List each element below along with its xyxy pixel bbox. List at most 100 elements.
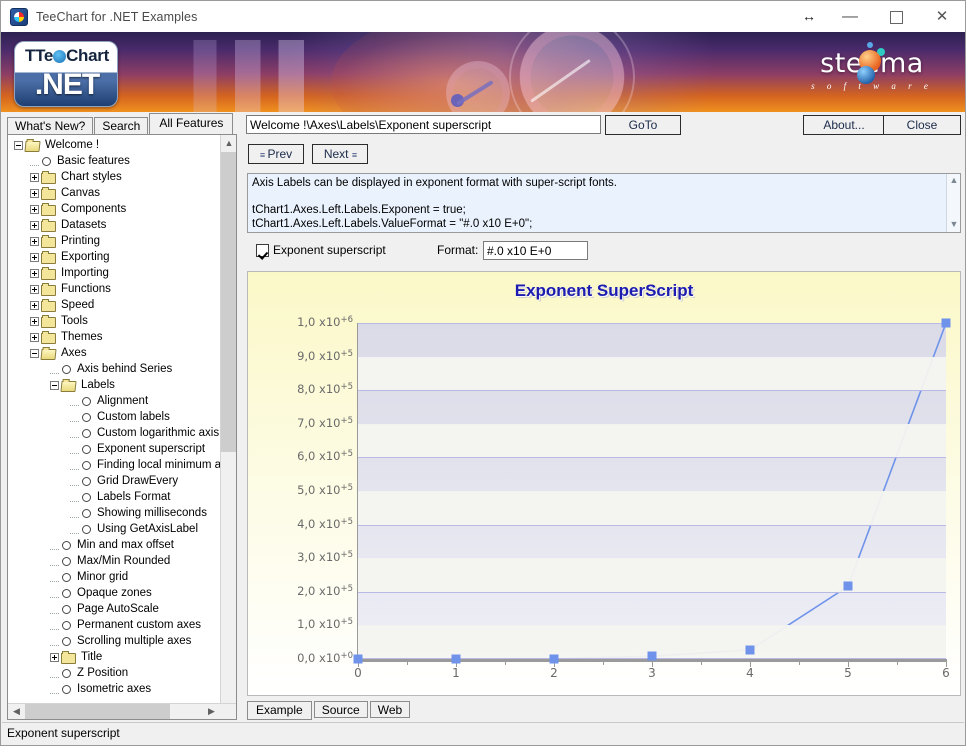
- tree-item[interactable]: Labels Format: [8, 489, 221, 505]
- tree-vscroll-thumb[interactable]: [221, 152, 236, 452]
- scroll-up-arrow-icon[interactable]: ▲: [221, 135, 236, 152]
- tree-item[interactable]: Speed: [8, 297, 221, 313]
- tree-item[interactable]: Canvas: [8, 185, 221, 201]
- tree-item[interactable]: Chart styles: [8, 169, 221, 185]
- series-point-marker[interactable]: [451, 654, 461, 664]
- series-point-marker[interactable]: [353, 654, 363, 664]
- tree-item[interactable]: Datasets: [8, 217, 221, 233]
- format-input[interactable]: [483, 241, 588, 260]
- tree-item[interactable]: Components: [8, 201, 221, 217]
- tree-item[interactable]: Custom logarithmic axis: [8, 425, 221, 441]
- tab-web[interactable]: Web: [369, 701, 411, 718]
- tab-all-features[interactable]: All Features: [149, 113, 234, 134]
- tree-item[interactable]: Z Position: [8, 665, 221, 681]
- minimize-button[interactable]: —: [827, 1, 873, 32]
- folder-icon: [41, 186, 57, 200]
- tree-connector-icon: [70, 525, 79, 534]
- tree-item[interactable]: Min and max offset: [8, 537, 221, 553]
- exponent-superscript-checkbox[interactable]: [256, 244, 269, 257]
- series-point-marker[interactable]: [941, 318, 951, 328]
- tree-expand-icon[interactable]: [30, 268, 39, 278]
- tree-expand-icon[interactable]: [30, 188, 39, 198]
- tree-item[interactable]: Finding local minimum ar: [8, 457, 221, 473]
- tree-item[interactable]: Page AutoScale: [8, 601, 221, 617]
- options-row: Exponent superscript Format:: [247, 241, 961, 265]
- tree-vertical-scrollbar[interactable]: ▲ ▼: [220, 135, 236, 719]
- series-point-marker[interactable]: [647, 651, 657, 661]
- tree-item[interactable]: Permanent custom axes: [8, 617, 221, 633]
- y-tick-exponent: +0: [340, 651, 353, 661]
- tree-item[interactable]: Labels: [8, 377, 221, 393]
- prev-arrow-icon: ≡: [259, 150, 265, 160]
- tree-expand-icon[interactable]: [30, 172, 39, 182]
- tree-item[interactable]: Max/Min Rounded: [8, 553, 221, 569]
- tree-expand-icon[interactable]: [30, 300, 39, 310]
- tree-item-label: Alignment: [97, 395, 149, 407]
- tree-collapse-icon[interactable]: [30, 348, 39, 358]
- description-scrollbar[interactable]: ▲ ▼: [946, 174, 960, 232]
- tree-item[interactable]: Scrolling multiple axes: [8, 633, 221, 649]
- tab-search[interactable]: Search: [94, 117, 149, 134]
- tree-item[interactable]: Tools: [8, 313, 221, 329]
- tree-item[interactable]: Exponent superscript: [8, 441, 221, 457]
- tree-item[interactable]: Printing: [8, 233, 221, 249]
- tree-item[interactable]: Welcome !: [8, 137, 221, 153]
- resize-handle-icon[interactable]: ↔: [791, 1, 827, 32]
- tree-item[interactable]: Isometric axes: [8, 681, 221, 697]
- x-axis-tick: [946, 662, 947, 667]
- tab-whats-new[interactable]: What's New?: [7, 117, 94, 134]
- tree-item[interactable]: Grid DrawEvery: [8, 473, 221, 489]
- tree-item[interactable]: Axis behind Series: [8, 361, 221, 377]
- goto-button[interactable]: GoTo: [605, 115, 681, 135]
- tree-expand-icon[interactable]: [50, 652, 59, 662]
- tree-item-label: Speed: [61, 299, 95, 311]
- tree-item[interactable]: Minor grid: [8, 569, 221, 585]
- tree-item[interactable]: Using GetAxisLabel: [8, 521, 221, 537]
- tree-collapse-icon[interactable]: [50, 380, 59, 390]
- features-tree[interactable]: Welcome ! Basic features Chart styles Canva…: [8, 135, 221, 705]
- tree-item[interactable]: Basic features: [8, 153, 221, 169]
- tree-item-label: Importing: [61, 267, 109, 279]
- maximize-button[interactable]: [873, 1, 919, 32]
- tab-source[interactable]: Source: [313, 701, 368, 718]
- tree-item[interactable]: Importing: [8, 265, 221, 281]
- scroll-right-arrow-icon[interactable]: ▶: [203, 704, 220, 719]
- close-window-button[interactable]: ✕: [919, 1, 965, 32]
- tree-expand-icon[interactable]: [30, 284, 39, 294]
- series-point-marker[interactable]: [745, 645, 755, 655]
- description-scroll-down-icon[interactable]: ▼: [947, 218, 960, 232]
- tree-item[interactable]: Showing milliseconds: [8, 505, 221, 521]
- tab-example[interactable]: Example: [247, 701, 312, 720]
- tree-horizontal-scrollbar[interactable]: ◀ ▶: [8, 703, 236, 719]
- close-button[interactable]: Close: [883, 115, 961, 135]
- tree-expand-icon[interactable]: [30, 252, 39, 262]
- grid-line: [358, 323, 946, 324]
- tree-hscroll-thumb[interactable]: [25, 704, 170, 719]
- description-line-3: tChart1.Axes.Left.Labels.Exponent = true…: [252, 204, 466, 216]
- tree-item[interactable]: Opaque zones: [8, 585, 221, 601]
- tree-item[interactable]: Alignment: [8, 393, 221, 409]
- tree-expand-icon[interactable]: [30, 332, 39, 342]
- tree-item[interactable]: Functions: [8, 281, 221, 297]
- goto-path-input[interactable]: [246, 115, 601, 134]
- tree-expand-icon[interactable]: [30, 236, 39, 246]
- about-button[interactable]: About...: [803, 115, 885, 135]
- tree-item[interactable]: Axes: [8, 345, 221, 361]
- tree-expand-icon[interactable]: [30, 316, 39, 326]
- description-scroll-up-icon[interactable]: ▲: [947, 174, 960, 188]
- tree-item[interactable]: Exporting: [8, 249, 221, 265]
- chart-panel[interactable]: Exponent SuperScript 0,0 x10+0 1,0 x10+5 2…: [247, 271, 961, 696]
- tree-item[interactable]: Custom labels: [8, 409, 221, 425]
- top-tab-bar: What's New? Search All Features: [7, 113, 237, 134]
- series-point-marker[interactable]: [549, 654, 559, 664]
- next-button[interactable]: Next ≡: [312, 144, 368, 164]
- tree-item[interactable]: Themes: [8, 329, 221, 345]
- tree-collapse-icon[interactable]: [14, 140, 23, 150]
- scroll-left-arrow-icon[interactable]: ◀: [8, 704, 25, 719]
- series-point-marker[interactable]: [843, 581, 853, 591]
- tree-expand-icon[interactable]: [30, 220, 39, 230]
- prev-button[interactable]: ≡ Prev: [248, 144, 304, 164]
- tree-connector-icon: [70, 445, 79, 454]
- tree-item[interactable]: Title: [8, 649, 221, 665]
- tree-expand-icon[interactable]: [30, 204, 39, 214]
